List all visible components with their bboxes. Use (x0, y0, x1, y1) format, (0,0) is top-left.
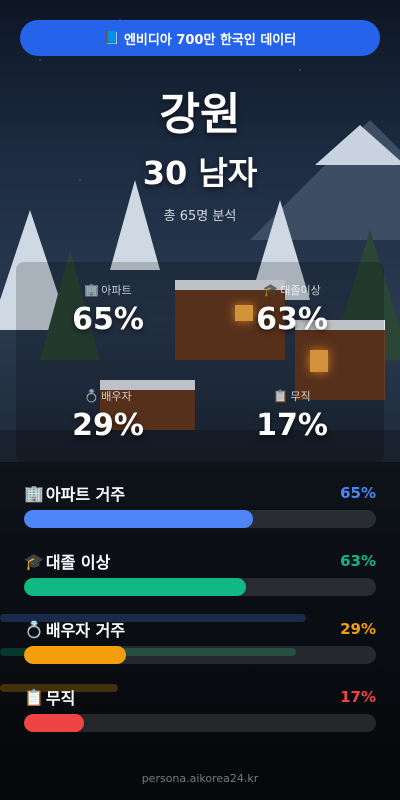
progress-fill (24, 510, 253, 528)
stat-label: 배우자 (101, 390, 132, 403)
ring-icon: 💍 (84, 389, 100, 403)
bar-percent: 63% (340, 552, 376, 570)
stats-bars-panel: 🏢 아파트 거주 65% 🎓 대졸 이상 63% 💍 배우자 거주 29% 📋 무직 1… (0, 462, 400, 800)
stat-value: 63% (256, 302, 328, 337)
footer-url: persona.aikorea24.kr (141, 772, 259, 785)
data-source-banner: 📘 엔비디아 700만 한국인 데이터 (20, 20, 380, 56)
bar-row-college: 🎓 대졸 이상 63% (24, 550, 376, 596)
bar-label: 아파트 거주 (45, 485, 126, 504)
stat-card-college: 🎓 대졸이상 63% (200, 282, 384, 337)
book-icon: 📘 (103, 30, 120, 46)
stat-label: 아파트 (101, 284, 132, 297)
region-title: 강원 (159, 89, 241, 140)
progress-track (24, 714, 376, 732)
persona-subtitle: 30 남자 (142, 154, 258, 192)
graduation-cap-icon: 🎓 (263, 283, 279, 297)
banner-text: 엔비디아 700만 한국인 데이터 (123, 32, 297, 48)
bar-label: 배우자 거주 (45, 621, 126, 640)
bar-percent: 29% (340, 620, 376, 638)
bar-row-apartment: 🏢 아파트 거주 65% (24, 482, 376, 528)
stats-grid: 🏢 아파트 65% 🎓 대졸이상 63% 💍 배우자 29% 📋 무직 17% (16, 262, 384, 462)
clipboard-icon: 📋 (273, 389, 289, 403)
stat-value: 29% (72, 408, 144, 443)
stat-label: 대졸이상 (280, 284, 321, 297)
bar-label: 대졸 이상 (45, 553, 111, 572)
progress-fill (24, 714, 84, 732)
progress-fill (24, 578, 246, 596)
stat-value: 17% (256, 408, 328, 443)
stat-card-unemployed: 📋 무직 17% (200, 388, 384, 443)
progress-track (24, 578, 376, 596)
stat-card-spouse: 💍 배우자 29% (16, 388, 200, 443)
bar-percent: 17% (340, 688, 376, 706)
ring-icon: 💍 (24, 619, 44, 639)
stat-card-apartment: 🏢 아파트 65% (16, 282, 200, 337)
bar-row-unemployed: 📋 무직 17% (24, 686, 376, 732)
progress-track (24, 510, 376, 528)
sample-count: 총 65명 분석 (163, 209, 237, 224)
building-icon: 🏢 (24, 483, 44, 503)
progress-track (24, 646, 376, 664)
bar-label: 무직 (45, 689, 76, 708)
progress-fill (24, 646, 127, 664)
graduation-cap-icon: 🎓 (24, 551, 44, 571)
stat-label: 무직 (290, 390, 311, 403)
bar-percent: 65% (340, 484, 376, 502)
bar-row-spouse: 💍 배우자 거주 29% (24, 618, 376, 664)
building-icon: 🏢 (84, 283, 100, 297)
stat-value: 65% (72, 302, 144, 337)
clipboard-icon: 📋 (24, 687, 44, 707)
